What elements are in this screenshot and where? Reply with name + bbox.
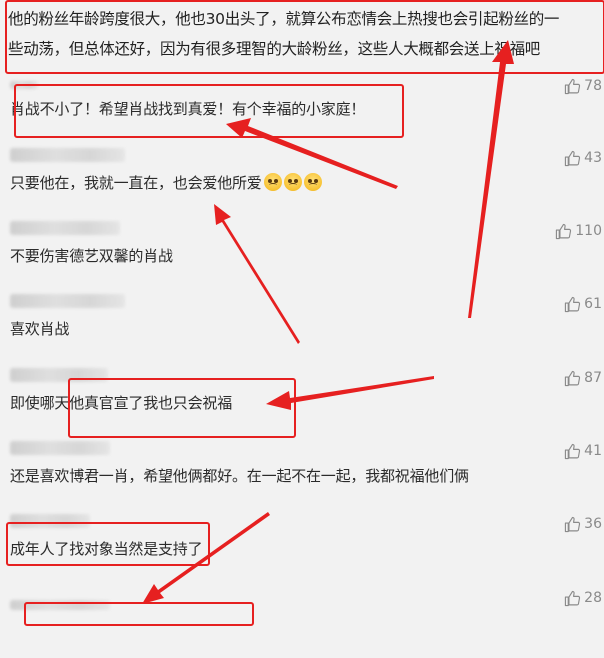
comment-text: 还是喜欢博君一肖，希望他俩都好。在一起不在一起，我都祝福他们俩	[10, 467, 469, 485]
like-button[interactable]: 43	[564, 148, 602, 168]
header-line-2: 些动荡，但总体还好，因为有很多理智的大龄粉丝，这些人大概都会送上祝福吧	[8, 40, 541, 58]
comment-item: 喜欢肖战 61	[0, 294, 604, 366]
like-button[interactable]: 110	[555, 221, 602, 241]
username-blurred	[10, 441, 110, 455]
comment-item: 成年人了找对象当然是支持了 36	[0, 514, 604, 586]
pleading-face-emoji	[303, 173, 322, 191]
like-button[interactable]: 28	[564, 588, 602, 608]
comment-text: 成年人了找对象当然是支持了	[10, 540, 203, 558]
comment-item: 即使哪天他真官宣了我也只会祝福 87	[0, 368, 604, 440]
like-count: 78	[584, 78, 602, 94]
thumbs-up-icon	[565, 590, 581, 606]
comment-item: 只要他在，我就一直在，也会爱他所爱 43	[0, 148, 604, 220]
username-blurred	[10, 294, 125, 308]
like-count: 110	[575, 223, 602, 239]
header-line-1: 他的粉丝年龄跨度很大，他也30出头了，就算公布恋情会上热搜也会引起粉丝的一	[8, 10, 560, 28]
username-blurred	[10, 81, 38, 89]
comment-text-body: 只要他在，我就一直在，也会爱他所爱	[10, 174, 262, 192]
comment-text: 即使哪天他真官宣了我也只会祝福	[10, 394, 233, 412]
username-blurred	[10, 221, 120, 235]
thumbs-up-icon	[565, 370, 581, 386]
comment-item: 不要伤害德艺双馨的肖战 110	[0, 221, 604, 293]
like-count: 28	[584, 590, 602, 606]
like-count: 36	[584, 516, 602, 532]
like-button[interactable]: 41	[564, 441, 602, 461]
like-button[interactable]: 78	[564, 76, 602, 96]
thumbs-up-icon	[565, 78, 581, 94]
like-count: 43	[584, 150, 602, 166]
comment-text: 肖战不小了！希望肖战找到真爱！有个幸福的小家庭！	[10, 100, 366, 118]
like-button[interactable]: 87	[564, 368, 602, 388]
comment-item: 还是喜欢博君一肖，希望他俩都好。在一起不在一起，我都祝福他们俩 41	[0, 441, 604, 513]
like-button[interactable]: 36	[564, 514, 602, 534]
comment-item: 28	[0, 586, 604, 658]
header-paragraph: 他的粉丝年龄跨度很大，他也30出头了，就算公布恋情会上热搜也会引起粉丝的一 些动…	[8, 4, 600, 64]
like-count: 87	[584, 370, 602, 386]
like-button[interactable]: 61	[564, 294, 602, 314]
thumbs-up-icon	[565, 150, 581, 166]
username-blurred	[10, 368, 108, 382]
username-blurred	[10, 514, 90, 528]
comment-text: 喜欢肖战	[10, 320, 70, 338]
thumbs-up-icon	[565, 296, 581, 312]
like-count: 41	[584, 443, 602, 459]
thumbs-up-icon	[565, 443, 581, 459]
thumbs-up-icon	[565, 516, 581, 532]
comment-text: 只要他在，我就一直在，也会爱他所爱	[10, 172, 322, 193]
like-count: 61	[584, 296, 602, 312]
pleading-face-emoji	[283, 173, 302, 191]
thumbs-up-icon	[556, 223, 572, 239]
pleading-face-emoji	[263, 173, 282, 191]
comment-text: 不要伤害德艺双馨的肖战	[10, 247, 173, 265]
comment-item: 肖战不小了！希望肖战找到真爱！有个幸福的小家庭！ 78	[0, 74, 604, 146]
username-blurred	[10, 148, 125, 162]
username-blurred	[10, 600, 110, 610]
